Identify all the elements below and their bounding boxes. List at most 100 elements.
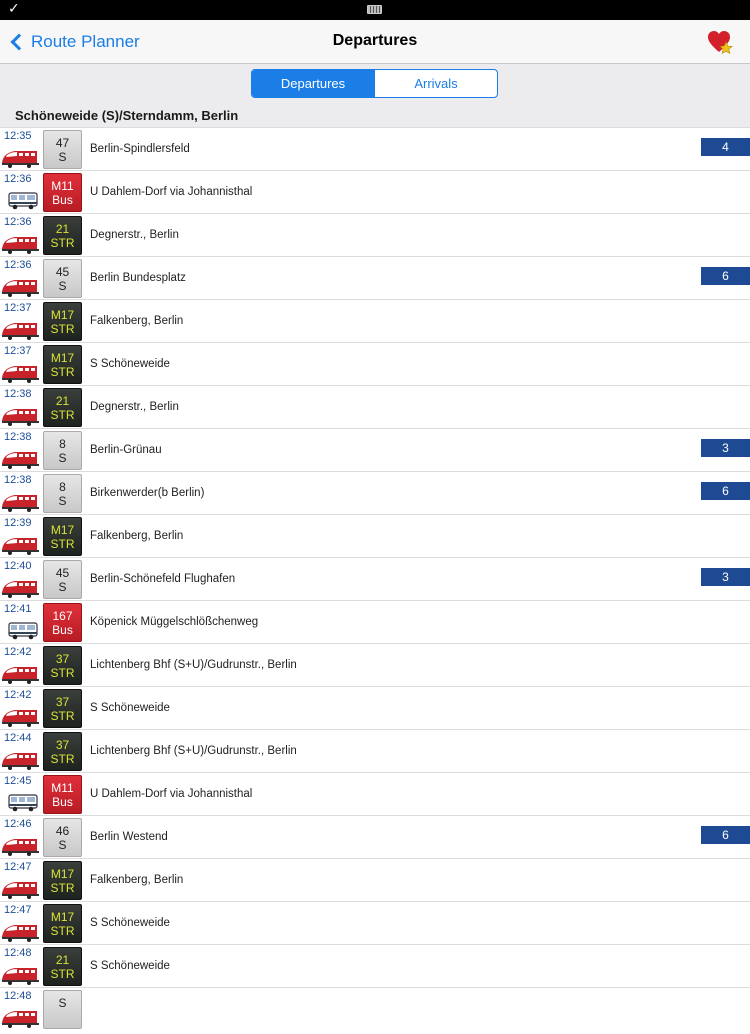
destination: Lichtenberg Bhf (S+U)/Gudrunstr., Berlin — [90, 659, 297, 671]
line-badge: 21 STR — [43, 216, 82, 255]
line-number: 21 — [55, 222, 70, 236]
platform-badge: 3 — [701, 568, 750, 586]
line-type: S — [58, 150, 67, 164]
line-badge: 45 S — [43, 259, 82, 298]
destination: S Schöneweide — [90, 917, 170, 929]
platform-badge: 3 — [701, 439, 750, 457]
departure-time: 12:38 — [4, 474, 32, 486]
nav-bar: Route Planner Departures — [0, 20, 750, 64]
line-number: 37 — [55, 652, 70, 666]
line-badge: S — [43, 990, 82, 1029]
departure-row[interactable]: 12:37 M17 STR S Schöneweide — [0, 342, 750, 385]
train-icon — [1, 575, 41, 599]
departure-row[interactable]: 12:44 37 STR Lichtenberg Bhf (S+U)/Gudrunst… — [0, 729, 750, 772]
departure-row[interactable]: 12:42 37 STR S Schöneweide — [0, 686, 750, 729]
destination: Falkenberg, Berlin — [90, 874, 184, 886]
platform-badge: 6 — [701, 482, 750, 500]
departure-row[interactable]: 12:47 M17 STR Falkenberg, Berlin — [0, 858, 750, 901]
line-number: 37 — [55, 738, 70, 752]
bus-icon — [1, 618, 41, 642]
departure-time: 12:38 — [4, 388, 32, 400]
line-number: M17 — [50, 523, 75, 537]
line-badge: M17 STR — [43, 861, 82, 900]
departure-row[interactable]: 12:45 M11 Bus U Dahlem-Dorf via Johannistha… — [0, 772, 750, 815]
line-type: STR — [50, 666, 75, 680]
line-badge: M17 STR — [43, 904, 82, 943]
line-number: M11 — [51, 781, 74, 795]
keyboard-icon — [367, 5, 382, 14]
back-button[interactable]: Route Planner — [8, 29, 140, 55]
departure-row[interactable]: 12:36 45 S Berlin Bundesplatz 6 — [0, 256, 750, 299]
line-badge: 47 S — [43, 130, 82, 169]
departure-row[interactable]: 12:38 21 STR Degnerstr., Berlin — [0, 385, 750, 428]
departure-row[interactable]: 12:37 M17 STR Falkenberg, Berlin — [0, 299, 750, 342]
checkmark-icon: ✓ — [8, 1, 20, 17]
heart-star-icon[interactable] — [706, 28, 734, 56]
line-number: M17 — [50, 351, 75, 365]
line-type: Bus — [52, 193, 73, 207]
departure-row[interactable]: 12:39 M17 STR Falkenberg, Berlin — [0, 514, 750, 557]
train-icon — [1, 317, 41, 341]
train-icon — [1, 704, 41, 728]
tab-arrivals[interactable]: Arrivals — [374, 70, 497, 97]
line-type: STR — [50, 537, 75, 551]
line-number: 8 — [59, 437, 66, 451]
line-type: S — [58, 279, 67, 293]
departure-row[interactable]: 12:41 167 Bus Köpenick Müggelschlößchenweg — [0, 600, 750, 643]
line-type: S — [58, 580, 67, 594]
destination: Berlin-Schönefeld Flughafen — [90, 573, 236, 585]
line-number: 47 — [55, 136, 70, 150]
departure-row[interactable]: 12:36 21 STR Degnerstr., Berlin — [0, 213, 750, 256]
departure-row[interactable]: 12:35 47 S Berlin-Spindlersfeld 4 — [0, 127, 750, 170]
segment-bar: Departures Arrivals — [0, 64, 750, 104]
destination: S Schöneweide — [90, 702, 170, 714]
train-icon — [1, 403, 41, 427]
line-number: 45 — [55, 566, 70, 580]
destination: Köpenick Müggelschlößchenweg — [90, 616, 259, 628]
train-icon — [1, 231, 41, 255]
destination: U Dahlem-Dorf via Johannisthal — [90, 788, 253, 800]
line-type: S — [58, 996, 67, 1010]
train-icon — [1, 145, 41, 169]
platform-badge: 6 — [701, 826, 750, 844]
departure-row[interactable]: 12:42 37 STR Lichtenberg Bhf (S+U)/Gudrunst… — [0, 643, 750, 686]
line-type: STR — [50, 752, 75, 766]
departure-row[interactable]: 12:48 S — [0, 987, 750, 1030]
departure-time: 12:36 — [4, 259, 32, 271]
train-icon — [1, 747, 41, 771]
departure-row[interactable]: 12:38 8 S Birkenwerder(b Berlin) 6 — [0, 471, 750, 514]
train-icon — [1, 919, 41, 943]
train-icon — [1, 1005, 41, 1029]
line-type: STR — [50, 967, 75, 981]
departure-row[interactable]: 12:40 45 S Berlin-Schönefeld Flughafen 3 — [0, 557, 750, 600]
line-number: 46 — [55, 824, 70, 838]
train-icon — [1, 661, 41, 685]
departure-row[interactable]: 12:47 M17 STR S Schöneweide — [0, 901, 750, 944]
tab-departures[interactable]: Departures — [252, 70, 374, 97]
line-number: 37 — [55, 695, 70, 709]
train-icon — [1, 532, 41, 556]
line-badge: 21 STR — [43, 947, 82, 986]
departure-list: 12:35 47 S Berlin-Spindlersfeld 4 12:36 M11 Bus… — [0, 127, 750, 1030]
line-type: S — [58, 838, 67, 852]
line-type: STR — [50, 924, 75, 938]
line-badge: 8S — [43, 474, 82, 513]
line-badge: 167 Bus — [43, 603, 82, 642]
departure-time: 12:36 — [4, 216, 32, 228]
departure-time: 12:41 — [4, 603, 32, 615]
departure-row[interactable]: 12:46 46 S Berlin Westend 6 — [0, 815, 750, 858]
departure-time: 12:42 — [4, 689, 32, 701]
departure-row[interactable]: 12:36 M11 Bus U Dahlem-Dorf via Johannistha… — [0, 170, 750, 213]
destination: Falkenberg, Berlin — [90, 315, 184, 327]
line-badge: 37 STR — [43, 689, 82, 728]
train-icon — [1, 489, 41, 513]
departure-row[interactable]: 12:38 8 S Berlin-Grünau 3 — [0, 428, 750, 471]
departure-time: 12:46 — [4, 818, 32, 830]
bus-icon — [1, 790, 41, 814]
line-type: STR — [50, 408, 75, 422]
departure-row[interactable]: 12:48 21 STR S Schöneweide — [0, 944, 750, 987]
line-badge: M17 STR — [43, 345, 82, 384]
departure-time: 12:40 — [4, 560, 32, 572]
line-type: STR — [50, 709, 75, 723]
departure-time: 12:35 — [4, 130, 32, 142]
